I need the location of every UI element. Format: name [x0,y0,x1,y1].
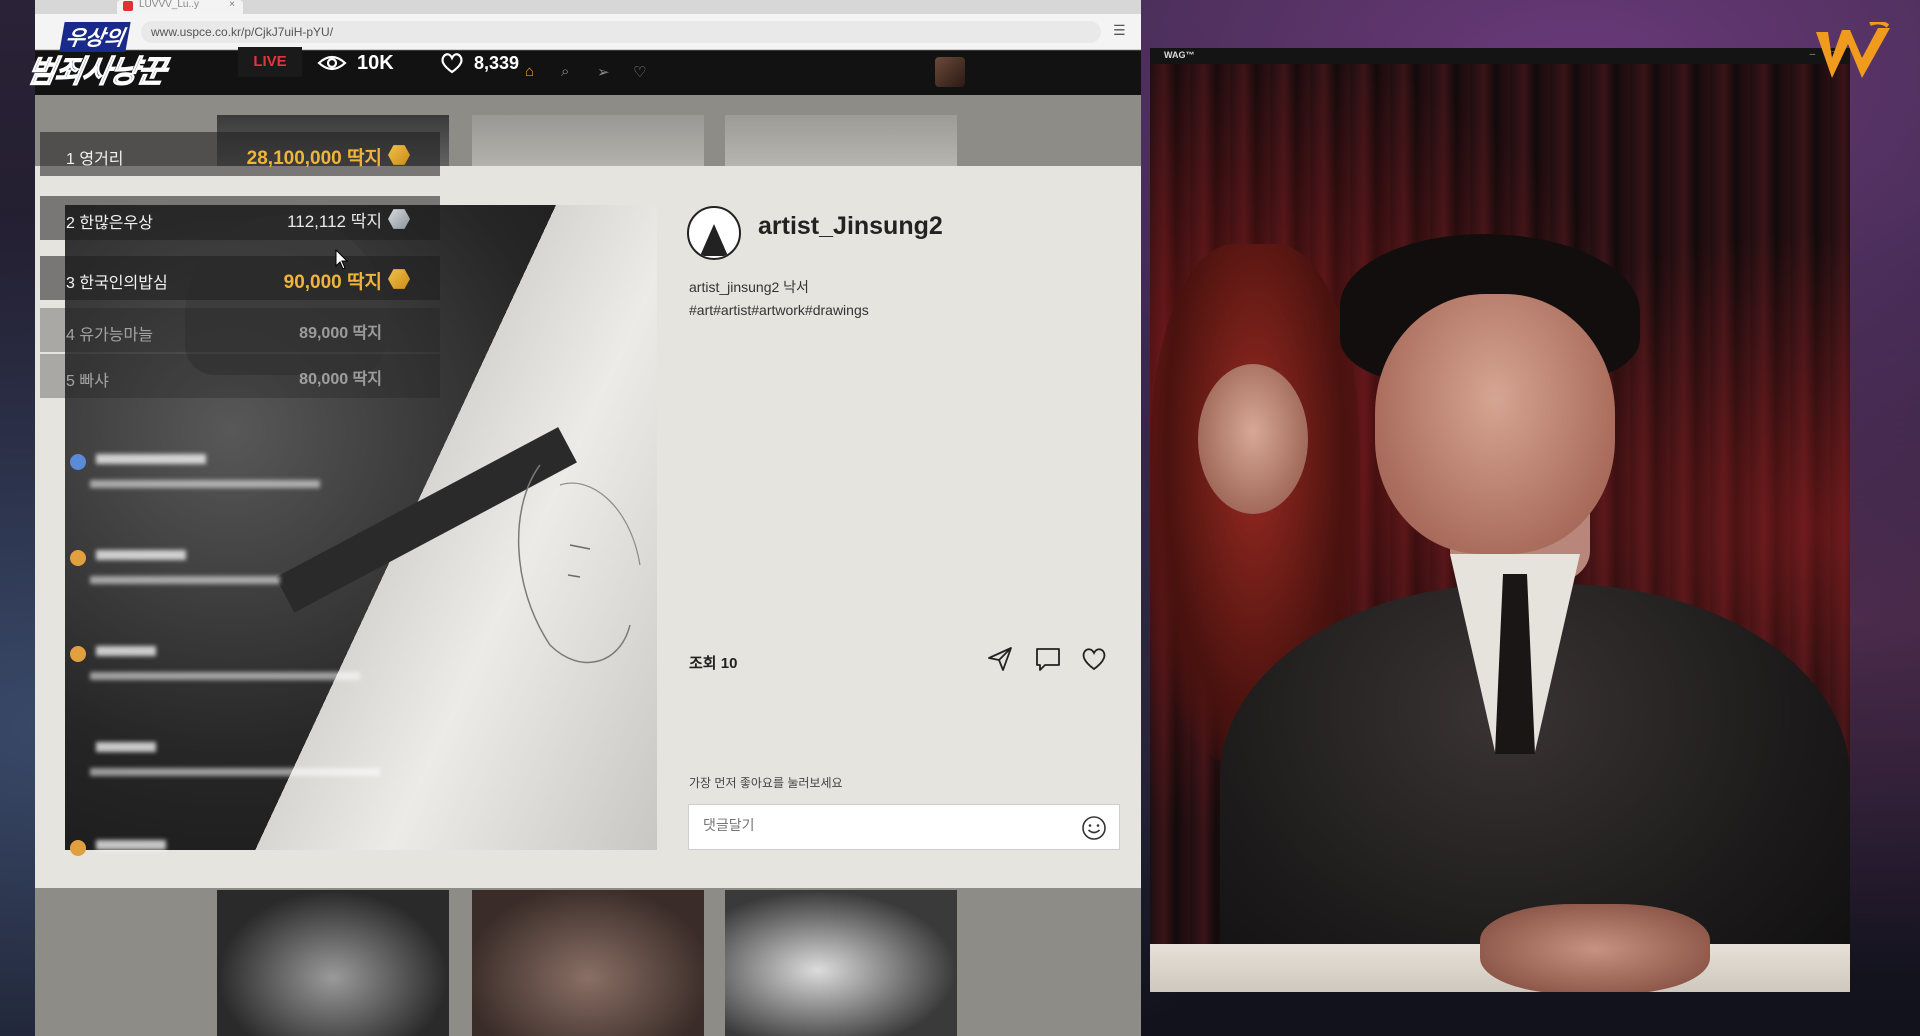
leaderboard-row: 2 한많은우상 112,112 딱지 [40,196,440,240]
caption-text: artist_jinsung2 낙서 [689,279,809,295]
feed-thumbnail[interactable] [725,890,957,1036]
chat-blurred-name [96,742,156,752]
chat-user-badge-icon [70,550,86,566]
video-titlebar: WAG™ – □ [1150,48,1850,64]
show-logo-line2: 범죄사냥꾼 [24,53,169,89]
home-icon[interactable]: ⌂ [525,63,543,81]
video-man-face [1375,294,1615,554]
tab-favicon-icon [123,1,133,11]
donor-name: 4 유가능마늘 [66,327,153,344]
chat-message [70,638,400,698]
chat-blurred-text [90,480,320,488]
chat-blurred-text [90,768,380,776]
browser-tab[interactable]: LUVVV_Lu..y × [117,0,243,14]
chat-message [70,446,400,506]
donation-amount: 112,112 딱지 [287,212,382,231]
tree-silhouette-icon [700,224,728,256]
tab-title: LUVVV_Lu..y [139,0,200,10]
search-icon[interactable]: ⌕ [561,63,579,81]
like-heart-icon[interactable] [1079,644,1109,674]
heart-nav-icon[interactable]: ♡ [633,63,651,81]
profile-avatar[interactable] [687,206,741,260]
chat-user-badge-icon [70,454,86,470]
donor-name: 5 빠샤 [66,373,109,390]
like-counter: 8,339 [440,50,519,76]
like-prompt: 가장 먼저 좋아요를 눌러보세요 [689,776,843,790]
like-count-value: 8,339 [474,52,520,73]
video-woman-face [1198,364,1308,514]
donation-amount: 89,000 딱지 [299,325,382,342]
user-avatar[interactable] [935,57,965,87]
comment-box [688,804,1120,850]
comment-input[interactable] [703,817,1063,833]
view-count: 조회 10 [689,655,738,672]
feed-thumbnail[interactable] [217,890,449,1036]
video-feed[interactable] [1150,64,1850,992]
chat-message [70,832,400,892]
chat-message [70,542,400,602]
feed-thumbnail[interactable] [472,890,704,1036]
viewer-count-value: 10K [357,51,394,74]
video-window-title: WAG™ [1164,50,1195,60]
leaderboard-row: 1 영거리 28,100,000 딱지 [40,132,440,176]
eye-icon [317,55,347,71]
chat-blurred-text [90,576,280,584]
donation-leaderboard: 1 영거리 28,100,000 딱지 2 한많은우상 112,112 딱지 3… [40,132,440,892]
caption-hashtags[interactable]: #art#artist#artwork#drawings [689,299,869,322]
chat-message [70,734,400,794]
video-man-hands [1480,904,1710,992]
comment-icon[interactable] [1033,644,1063,674]
donation-amount: 90,000 딱지 [283,272,382,293]
donation-amount: 80,000 딱지 [299,371,382,388]
leaderboard-row: 5 빠샤 80,000 딱지 [40,354,440,398]
donor-name: 1 영거리 [66,151,124,168]
tab-bar: LUVVV_Lu..y × [35,0,1141,14]
w-brand-logo-icon [1816,22,1890,78]
chat-blurred-name [96,454,206,464]
leaderboard-row: 3 한국인의밥심 90,000 딱지 [40,256,440,300]
emoji-icon[interactable] [1081,815,1107,841]
leaderboard-row: 4 유가능마늘 89,000 딱지 [40,308,440,352]
browser-menu-icon[interactable]: ☰ [1113,22,1126,39]
address-field[interactable]: www.uspce.co.kr/p/CjkJ7uiH-pYU/ [141,21,1101,43]
donor-name: 2 한많은우상 [66,215,153,232]
video-window: WAG™ – □ [1150,48,1850,992]
donor-name: 3 한국인의밥심 [66,275,168,292]
donation-amount: 28,100,000 딱지 [246,148,382,169]
chat-blurred-name [96,550,186,560]
heart-icon [441,53,463,74]
chat-user-badge-icon [70,646,86,662]
show-logo: 우상의 범죄사냥꾼 [24,20,218,90]
send-icon[interactable]: ➢ [597,63,615,81]
viewer-count: 10K [317,50,394,76]
live-badge: LIVE [238,47,302,77]
chat-user-badge-icon [70,840,86,856]
chat-blurred-name [96,646,156,656]
chat-blurred-text [90,672,360,680]
share-icon[interactable] [985,644,1015,674]
profile-username[interactable]: artist_Jinsung2 [758,212,943,241]
photo-sketch-drawing [517,464,641,664]
tab-close-icon[interactable]: × [229,0,235,10]
mouse-cursor-icon [335,249,349,270]
post-caption: artist_jinsung2 낙서 #art#artist#artwork#d… [689,276,869,322]
chat-blurred-name [96,840,166,850]
